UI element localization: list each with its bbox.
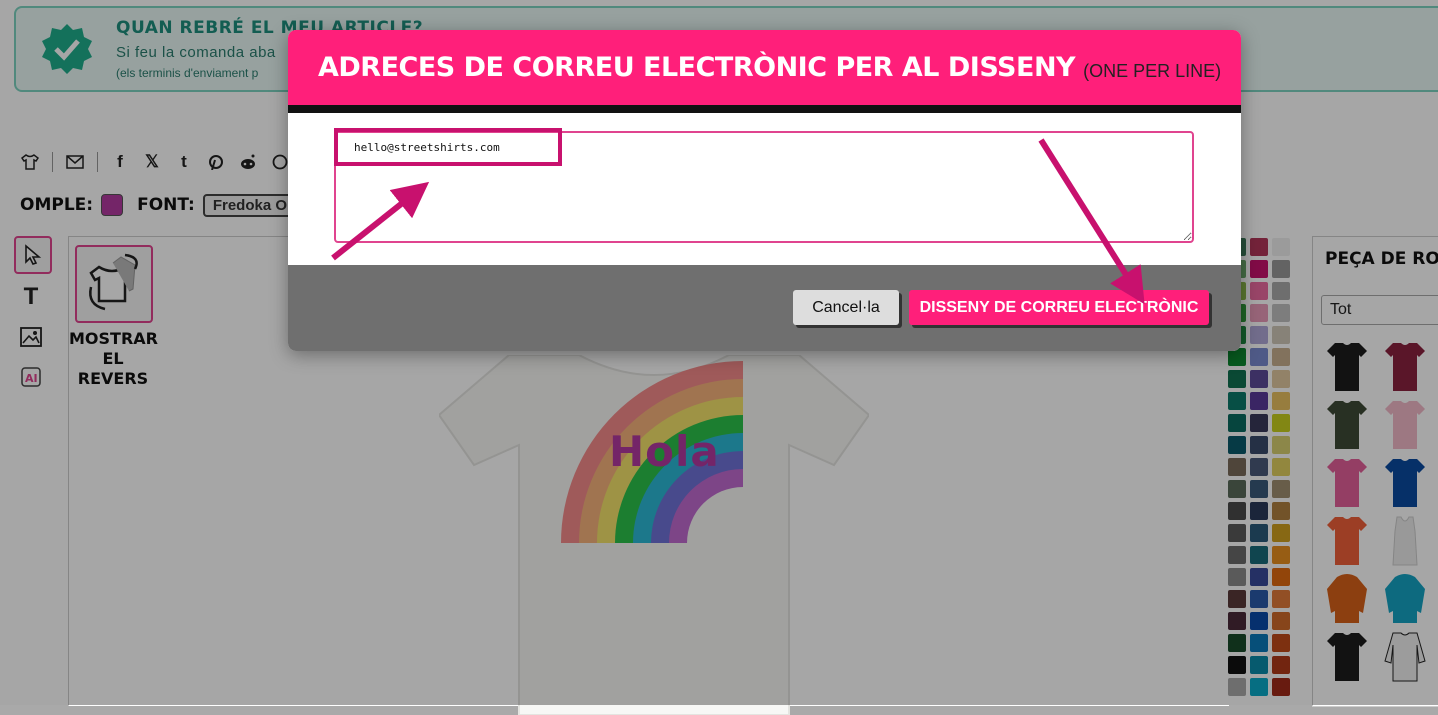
annotation-highlight-box	[334, 128, 562, 166]
dialog-header-rule	[288, 105, 1241, 113]
dialog-subtitle: (ONE PER LINE)	[1083, 61, 1222, 81]
email-design-dialog: ADRECES DE CORREU ELECTRÒNIC PER AL DISS…	[288, 30, 1241, 351]
cancel-button[interactable]: Cancel·la	[793, 290, 899, 325]
dialog-body: hello@streetshirts.com	[288, 113, 1241, 265]
dialog-header: ADRECES DE CORREU ELECTRÒNIC PER AL DISS…	[288, 30, 1241, 105]
dialog-title: ADRECES DE CORREU ELECTRÒNIC PER AL DISS…	[318, 52, 1076, 83]
email-design-button[interactable]: DISSENY DE CORREU ELECTRÒNIC	[909, 290, 1209, 325]
dialog-footer: Cancel·la DISSENY DE CORREU ELECTRÒNIC	[288, 265, 1241, 351]
